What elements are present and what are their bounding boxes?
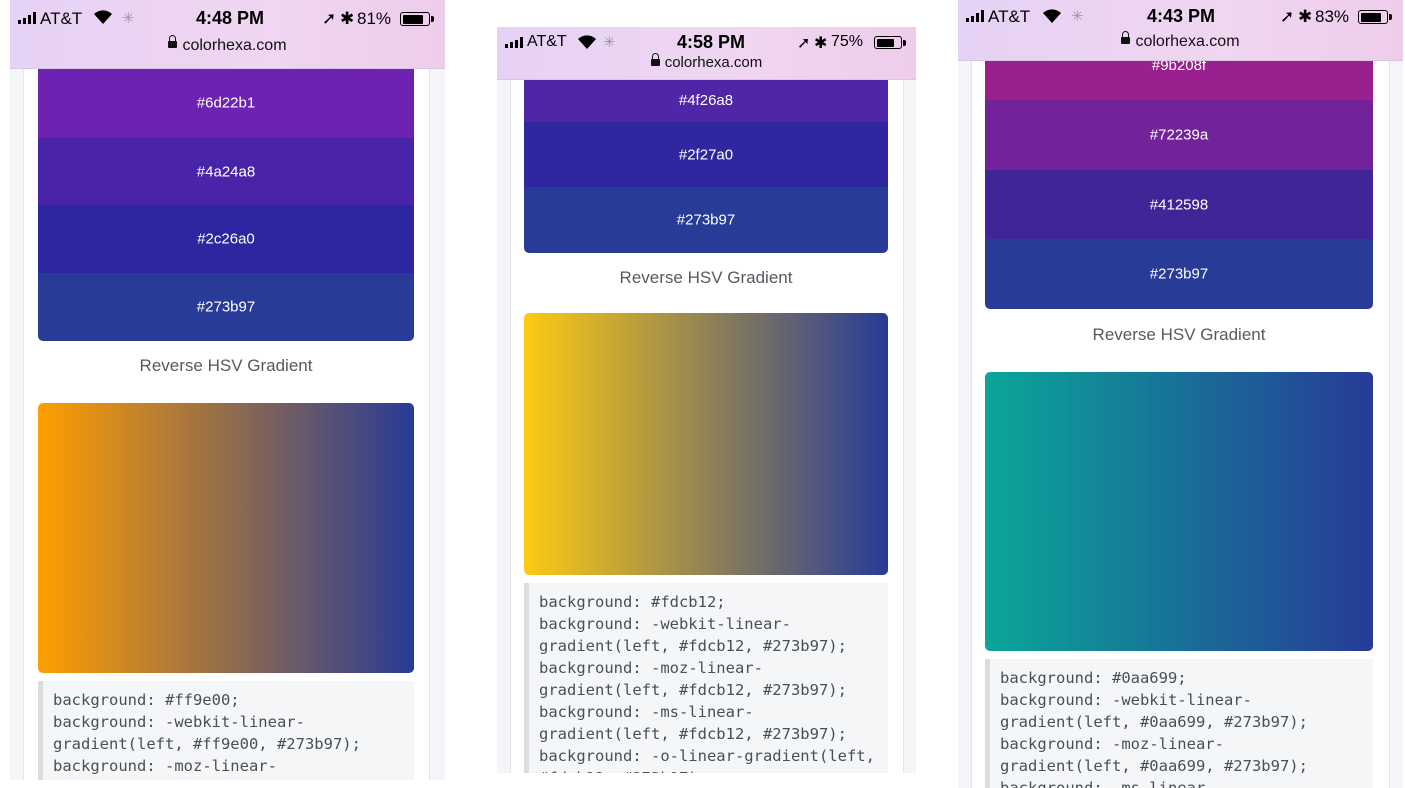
gradient-preview [524,313,888,575]
color-swatch-list: #9b208f #72239a #412598 #273b97 [985,60,1373,309]
color-swatch[interactable]: #273b97 [524,187,888,253]
battery-icon [874,36,906,49]
screenshot-1: #6d22b1 #4a24a8 #2c26a0 #273b97 Reverse … [10,0,445,780]
bluetooth-icon: ✱ [1298,7,1313,26]
wifi-icon [94,10,112,24]
status-bar: AT&T ✳ 4:58 PM ➚ ✱ 75% colorhexa.com [497,27,916,80]
color-swatch-list: #4f26a8 #2f27a0 #273b97 [524,79,888,253]
swatch-hex-label: #4a24a8 [196,163,256,180]
carrier-name: AT&T [988,7,1031,26]
screenshot-3: #9b208f #72239a #412598 #273b97 Reverse … [958,0,1403,788]
loading-spinner-icon: ✳ [122,10,135,27]
section-caption: Reverse HSV Gradient [139,356,313,375]
clock-time: 4:43 PM [1147,6,1216,26]
location-arrow-icon: ➚ [797,35,811,52]
color-swatch[interactable]: #6d22b1 [38,68,414,138]
swatch-hex-label: #2c26a0 [197,230,255,248]
gradient-preview [38,403,414,673]
screenshot-2: #4f26a8 #2f27a0 #273b97 Reverse HSV Grad… [497,27,916,773]
section-caption: Reverse HSV Gradient [619,268,793,287]
carrier-name: AT&T [40,9,83,28]
url-text: colorhexa.com [1135,33,1240,50]
status-bar: AT&T ✳ 4:48 PM ➚ ✱ 81% colorhexa.com [10,0,445,69]
color-swatch[interactable]: #4a24a8 [38,138,414,205]
loading-spinner-icon: ✳ [603,34,616,51]
color-swatch[interactable]: #72239a [985,100,1373,170]
cellular-signal-icon [505,37,523,48]
swatch-hex-label: #72239a [1149,126,1209,144]
battery-icon [1358,10,1392,24]
color-swatch[interactable]: #412598 [985,170,1373,239]
url-text: colorhexa.com [664,54,763,71]
wifi-icon [578,35,596,49]
color-swatch[interactable]: #9b208f [985,60,1373,100]
lock-icon [168,35,178,49]
css-code-block: background: #fdcb12; background: -webkit… [524,583,888,773]
swatch-hex-label: #6d22b1 [196,94,256,112]
lock-icon [650,52,660,66]
battery-percent: 81% [357,9,392,28]
cellular-signal-icon [966,10,984,22]
section-caption: Reverse HSV Gradient [1092,325,1266,344]
swatch-hex-label: #4f26a8 [678,92,734,109]
css-code-block: background: #ff9e00; background: -webkit… [38,681,414,780]
swatch-hex-label: #2f27a0 [678,146,734,163]
address-bar[interactable]: colorhexa.com [10,35,445,55]
status-bar: AT&T ✳ 4:43 PM ➚ ✱ 83% colorhexa.com [958,0,1403,61]
css-code-block: background: #0aa699; background: -webkit… [985,659,1373,788]
color-swatch[interactable]: #2c26a0 [38,205,414,273]
loading-spinner-icon: ✳ [1071,8,1084,25]
swatch-hex-label: #273b97 [196,298,256,316]
color-swatch[interactable]: #2f27a0 [524,122,888,187]
clock-time: 4:48 PM [196,8,265,28]
address-bar[interactable]: colorhexa.com [958,31,1403,51]
color-swatch[interactable]: #273b97 [38,273,414,341]
bluetooth-icon: ✱ [814,35,828,52]
url-text: colorhexa.com [182,37,287,54]
color-swatch[interactable]: #4f26a8 [524,79,888,122]
address-bar[interactable]: colorhexa.com [497,52,916,71]
swatch-hex-label: #273b97 [676,211,736,229]
gradient-preview [985,372,1373,651]
cellular-signal-icon [18,12,36,24]
swatch-hex-label: #9b208f [1151,60,1207,74]
lock-icon [1121,31,1131,45]
color-swatch[interactable]: #273b97 [985,239,1373,309]
wifi-icon [1043,9,1061,23]
bluetooth-icon: ✱ [340,9,355,28]
swatch-hex-label: #273b97 [1149,265,1209,283]
carrier-name: AT&T [527,33,567,50]
location-arrow-icon: ➚ [322,9,337,28]
color-swatch-list: #6d22b1 #4a24a8 #2c26a0 #273b97 [38,68,414,341]
battery-percent: 83% [1315,7,1350,26]
battery-icon [400,12,434,26]
location-arrow-icon: ➚ [1280,7,1295,26]
clock-time: 4:58 PM [677,32,746,52]
battery-percent: 75% [831,33,864,50]
swatch-hex-label: #412598 [1149,196,1209,213]
